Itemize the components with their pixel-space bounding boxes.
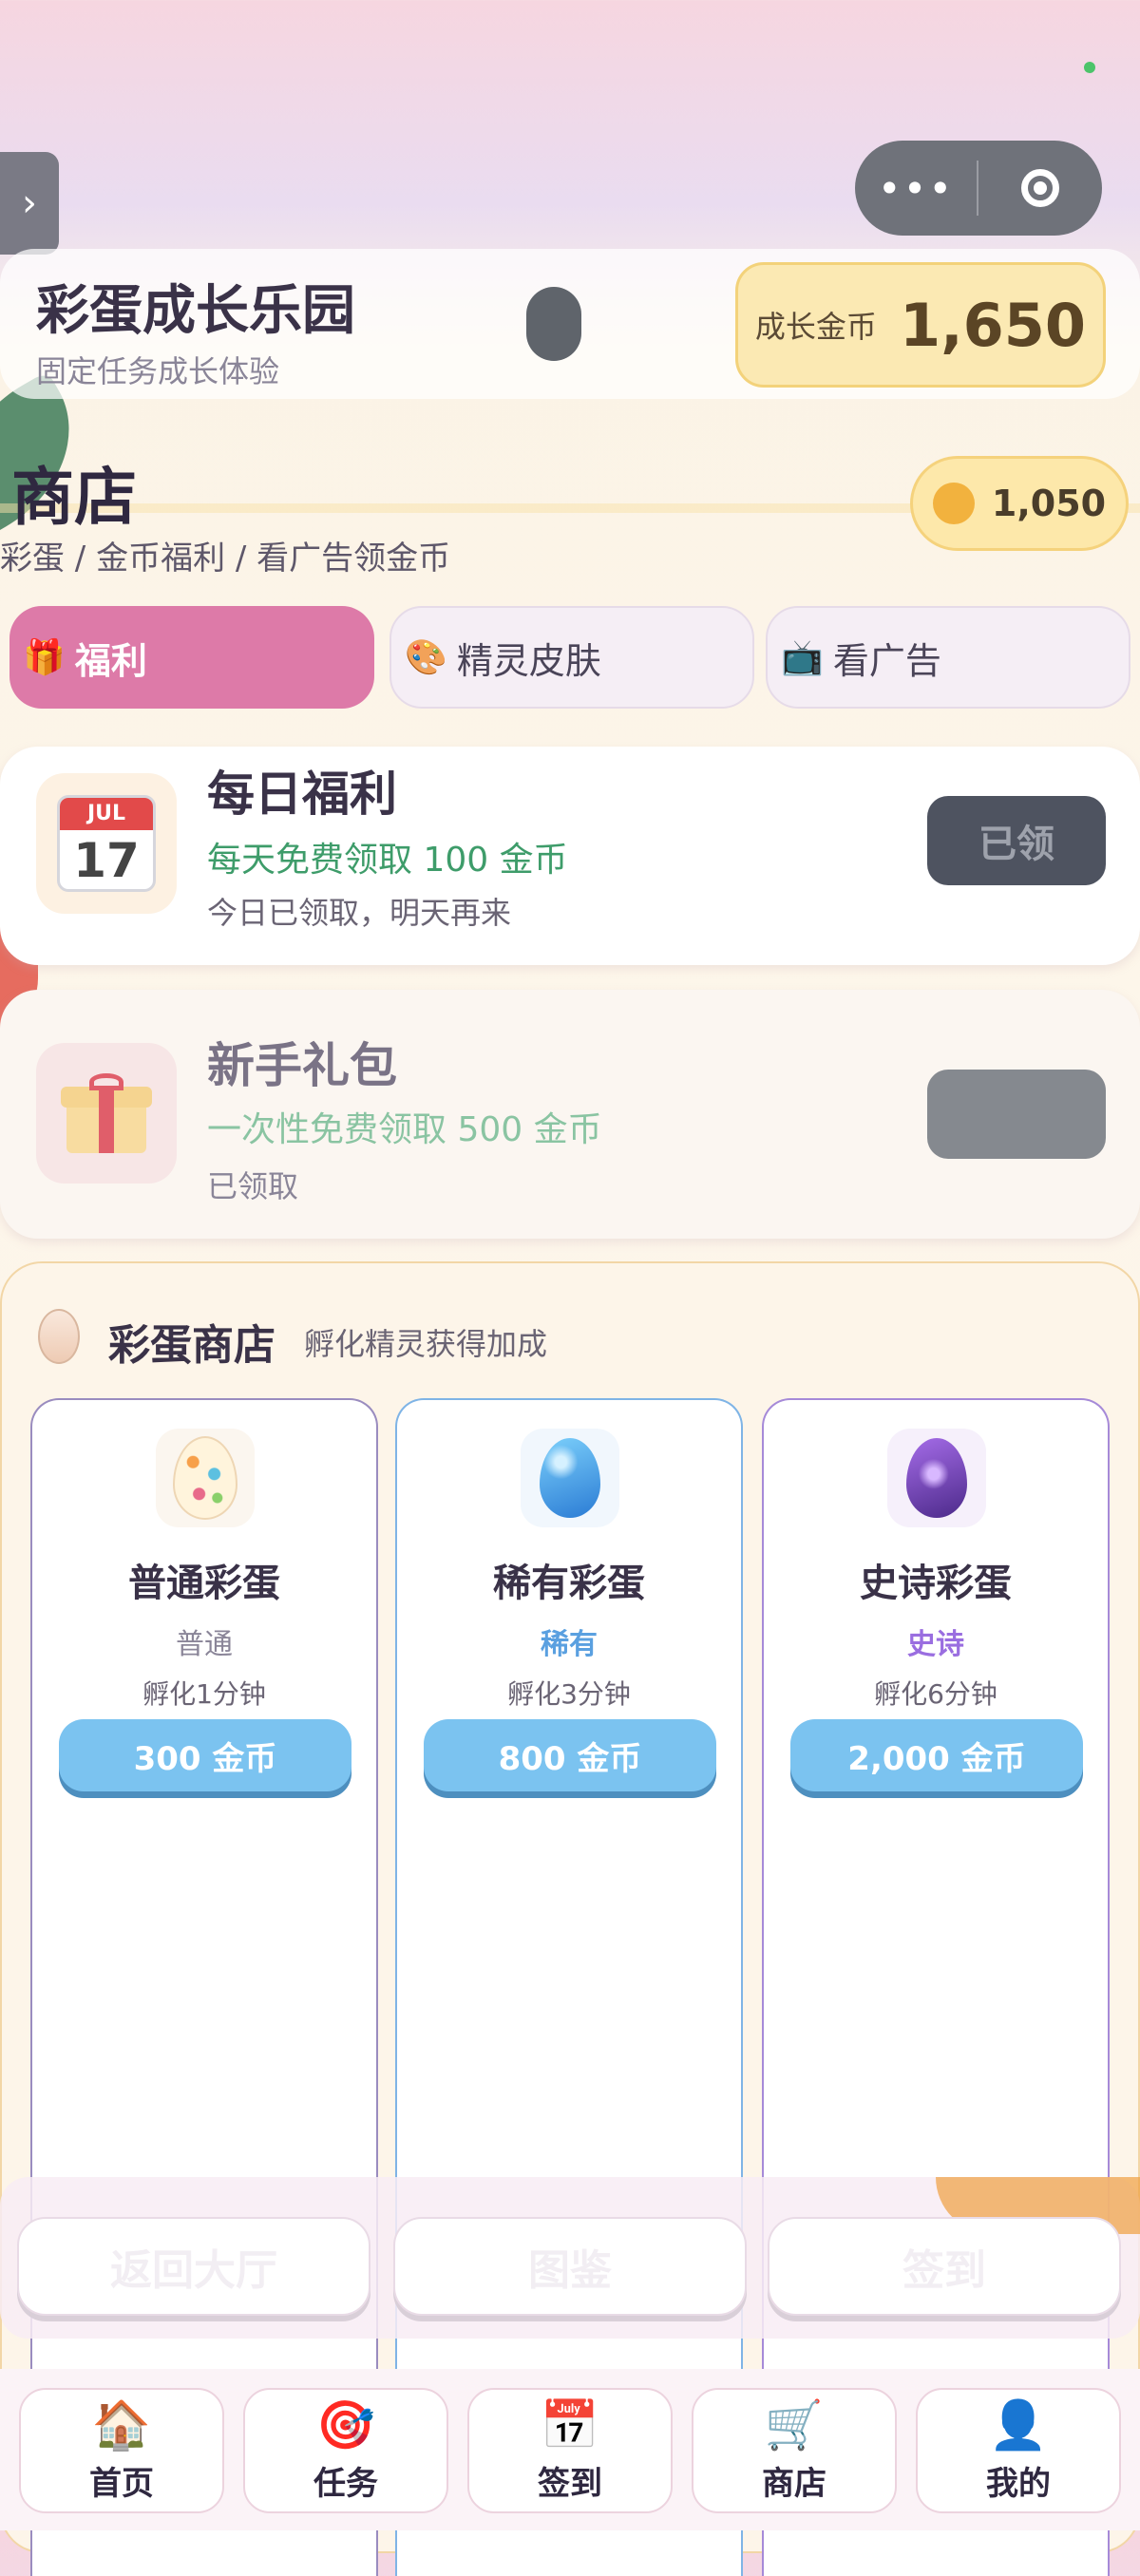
growth-coin-value: 1,650 [899, 290, 1087, 360]
growth-coin-label: 成长金币 [754, 309, 877, 345]
more-icon[interactable]: ••• [855, 141, 977, 236]
gift-icon: 🎁 [23, 638, 66, 677]
growth-coin-balance: 成长金币 1,650 [735, 262, 1106, 388]
cart-icon: 🛒 [764, 2396, 825, 2453]
egg-rarity: 普通 [176, 1628, 233, 1661]
app-subtitle: 固定任务成长体验 [36, 353, 280, 389]
egg-shop-title: 彩蛋商店 [108, 1321, 276, 1370]
tv-icon: 📺 [781, 638, 824, 677]
claim-disabled-button[interactable] [927, 1070, 1106, 1159]
nav-tasks[interactable]: 🎯 任务 [243, 2388, 448, 2513]
target-ring-icon [1021, 169, 1059, 207]
nav-label: 我的 [986, 2464, 1051, 2503]
welfare-title: 新手礼包 [207, 1038, 397, 1093]
egg-hatch-time: 孵化3分钟 [507, 1678, 631, 1710]
app-title: 彩蛋成长乐园 [36, 280, 355, 342]
egg-name: 稀有彩蛋 [493, 1562, 645, 1605]
egg-rarity: 史诗 [907, 1628, 964, 1661]
egg-name: 史诗彩蛋 [860, 1562, 1012, 1605]
egg-icon [38, 1309, 80, 1364]
side-expand-button[interactable]: › [0, 152, 59, 255]
status-indicator [1084, 62, 1095, 73]
egg-rarity: 稀有 [541, 1628, 598, 1661]
gift-box-icon [36, 1043, 177, 1184]
nav-profile[interactable]: 👤 我的 [916, 2388, 1121, 2513]
shop-coin-value: 1,050 [991, 483, 1107, 524]
target-icon: 🎯 [315, 2396, 376, 2453]
claimed-button[interactable]: 已领 [927, 796, 1106, 885]
swirl-egg-icon [887, 1429, 986, 1527]
shop-coin-balance: 1,050 [910, 456, 1129, 551]
coin-icon [932, 483, 975, 524]
tab-watch-ad[interactable]: 📺 看广告 [766, 606, 1130, 709]
egg-name: 普通彩蛋 [128, 1562, 280, 1605]
nav-label: 任务 [314, 2464, 378, 2503]
welfare-status: 已领取 [207, 1168, 299, 1204]
tab-label: 福利 [74, 639, 147, 682]
palette-icon: 🎨 [405, 638, 447, 677]
loading-pill [526, 287, 581, 361]
tab-skins[interactable]: 🎨 精灵皮肤 [390, 606, 754, 709]
crystal-egg-icon [521, 1429, 619, 1527]
home-icon: 🏠 [91, 2396, 152, 2453]
buy-egg-button[interactable]: 800 金币 [424, 1719, 716, 1791]
nav-label: 商店 [762, 2464, 826, 2503]
collection-button[interactable]: 图鉴 [393, 2217, 747, 2316]
nav-home[interactable]: 🏠 首页 [19, 2388, 224, 2513]
newbie-pack-card: 新手礼包 一次性免费领取 500 金币 已领取 [0, 990, 1140, 1239]
tab-label: 精灵皮肤 [456, 639, 601, 682]
welfare-title: 每日福利 [207, 767, 397, 822]
welfare-desc: 每天免费领取 100 金币 [207, 841, 568, 880]
egg-hatch-time: 孵化6分钟 [874, 1678, 998, 1710]
chevron-right-icon: › [22, 181, 37, 225]
page-title: 商店 [11, 461, 137, 534]
back-to-lobby-button[interactable]: 返回大厅 [17, 2217, 370, 2316]
buy-egg-button[interactable]: 300 金币 [59, 1719, 352, 1791]
miniprogram-capsule: ••• [855, 141, 1102, 236]
daily-welfare-card: JUL 17 每日福利 每天免费领取 100 金币 今日已领取，明天再来 已领 [0, 747, 1140, 965]
checkin-button[interactable]: 签到 [768, 2217, 1121, 2316]
close-miniprogram-button[interactable] [978, 141, 1102, 236]
welfare-desc: 一次性免费领取 500 金币 [207, 1110, 602, 1149]
egg-hatch-time: 孵化1分钟 [142, 1678, 266, 1710]
user-icon: 👤 [988, 2396, 1049, 2453]
tab-welfare[interactable]: 🎁 福利 [10, 606, 374, 709]
nav-checkin[interactable]: 📅 签到 [467, 2388, 673, 2513]
welfare-status: 今日已领取，明天再来 [207, 895, 512, 931]
nav-label: 签到 [538, 2464, 602, 2503]
nav-shop[interactable]: 🛒 商店 [692, 2388, 897, 2513]
nav-label: 首页 [89, 2464, 154, 2503]
breadcrumb: 彩蛋 / 金币福利 / 看广告领金币 [0, 540, 451, 578]
egg-shop-subtitle: 孵化精灵获得加成 [304, 1326, 548, 1362]
spotted-egg-icon [156, 1429, 255, 1527]
buy-egg-button[interactable]: 2,000 金币 [790, 1719, 1083, 1791]
tab-label: 看广告 [832, 639, 941, 682]
calendar-icon: JUL 17 [36, 773, 177, 914]
calendar-icon: 📅 [540, 2396, 600, 2453]
